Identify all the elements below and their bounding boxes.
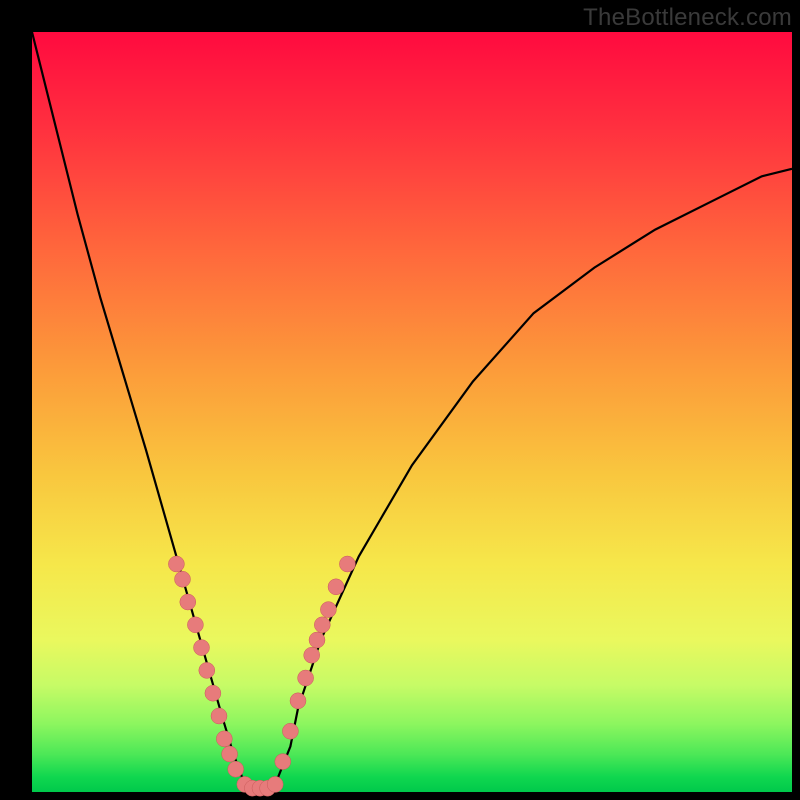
- data-point: [309, 632, 325, 648]
- data-point: [175, 571, 191, 587]
- highlighted-points: [168, 556, 355, 796]
- data-point: [339, 556, 355, 572]
- data-point: [275, 754, 291, 770]
- curve-layer: [32, 32, 792, 792]
- data-point: [304, 647, 320, 663]
- bottleneck-curve: [32, 32, 792, 792]
- data-point: [222, 746, 238, 762]
- data-point: [199, 662, 215, 678]
- data-point: [267, 776, 283, 792]
- data-point: [228, 761, 244, 777]
- data-point: [211, 708, 227, 724]
- plot-area: [32, 32, 792, 792]
- data-point: [194, 640, 210, 656]
- watermark-text: TheBottleneck.com: [583, 4, 792, 32]
- data-point: [216, 731, 232, 747]
- data-point: [298, 670, 314, 686]
- data-point: [282, 723, 298, 739]
- data-point: [168, 556, 184, 572]
- data-point: [320, 602, 336, 618]
- data-point: [180, 594, 196, 610]
- data-point: [314, 617, 330, 633]
- data-point: [290, 693, 306, 709]
- data-point: [328, 579, 344, 595]
- chart-frame: TheBottleneck.com: [0, 0, 800, 800]
- data-point: [187, 617, 203, 633]
- data-point: [205, 685, 221, 701]
